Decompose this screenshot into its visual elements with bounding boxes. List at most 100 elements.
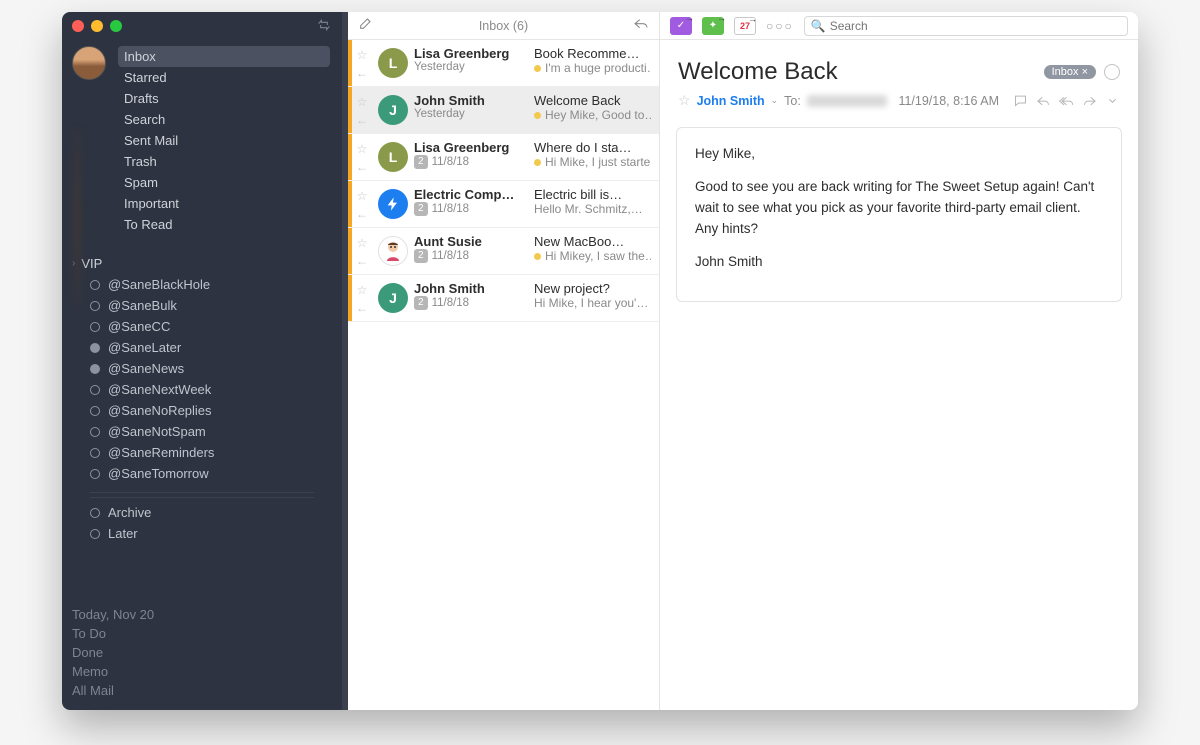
pin-dot-icon — [534, 159, 541, 166]
chevron-down-icon[interactable]: ⌄ — [771, 95, 779, 106]
search-input[interactable] — [830, 19, 1121, 33]
message-date: Yesterday — [414, 61, 526, 73]
chat-icon[interactable] — [1013, 93, 1028, 108]
tag-label: @SaneBlackHole — [108, 277, 210, 292]
sender-link[interactable]: John Smith — [697, 94, 765, 108]
messages-container: ☆←LLisa GreenbergYesterdayBook Recomme…I… — [348, 40, 659, 322]
star-icon[interactable]: ☆ — [678, 92, 691, 109]
tag-label: @SaneReminders — [108, 445, 214, 460]
reply-arrow-icon: ← — [356, 254, 368, 268]
more-action-icon[interactable] — [1105, 93, 1120, 108]
row-gutter: ☆← — [352, 234, 372, 268]
tag-dot-icon — [90, 385, 100, 395]
search-field[interactable]: 🔍 — [804, 16, 1128, 36]
message-row[interactable]: ☆←LLisa Greenberg211/8/18Where do I sta…… — [348, 134, 659, 181]
star-icon[interactable]: ☆ — [357, 142, 368, 156]
folder-to-read[interactable]: To Read — [114, 214, 334, 235]
reply-arrow-icon: ← — [356, 66, 368, 80]
message-row[interactable]: ☆←Aunt Susie211/8/18New MacBoo…Hi Mikey,… — [348, 228, 659, 275]
smart-item[interactable]: All Mail — [72, 681, 332, 700]
account-avatar[interactable] — [72, 46, 106, 80]
message-row[interactable]: ☆←JJohn Smith211/8/18New project?Hi Mike… — [348, 275, 659, 322]
folder-search[interactable]: Search — [114, 109, 334, 130]
body-paragraph: Good to see you are back writing for The… — [695, 177, 1103, 240]
tag-later[interactable]: Later — [62, 523, 342, 544]
star-icon[interactable]: ☆ — [357, 189, 368, 203]
message-preview: Hello Mr. Schmitz,… — [534, 202, 651, 216]
zoom-window-button[interactable] — [110, 20, 122, 32]
tag-sanebulk[interactable]: @SaneBulk — [62, 295, 342, 316]
tag-label: @SaneNews — [108, 361, 184, 376]
account-row: InboxStarredDraftsSearchSent MailTrashSp… — [62, 40, 342, 235]
tag-dot-icon — [90, 508, 100, 518]
folder-spam[interactable]: Spam — [114, 172, 334, 193]
smart-item[interactable]: Memo — [72, 662, 332, 681]
sync-icon[interactable] — [316, 17, 332, 36]
message-datetime: 11/19/18, 8:16 AM — [898, 94, 999, 108]
to-label: To: — [784, 94, 801, 108]
thread-count-badge: 2 — [414, 202, 428, 216]
folder-starred[interactable]: Starred — [114, 67, 334, 88]
tag-label: @SaneTomorrow — [108, 466, 209, 481]
tag-sanetomorrow[interactable]: @SaneTomorrow — [62, 463, 342, 484]
tag-sanenextweek[interactable]: @SaneNextWeek — [62, 379, 342, 400]
row-gutter: ☆← — [352, 187, 372, 221]
tag-sanenoreplies[interactable]: @SaneNoReplies — [62, 400, 342, 421]
row-gutter: ☆← — [352, 281, 372, 315]
thread-count-badge: 2 — [414, 155, 428, 169]
folder-drafts[interactable]: Drafts — [114, 88, 334, 109]
message-row[interactable]: ☆←JJohn SmithYesterdayWelcome BackHey Mi… — [348, 87, 659, 134]
plugin-calendar-icon[interactable]: →27 — [734, 17, 756, 35]
plugin-evernote-icon[interactable]: →✦ — [702, 17, 724, 35]
pin-dot-icon — [534, 65, 541, 72]
tag-sanelater[interactable]: @SaneLater — [62, 337, 342, 358]
search-icon: 🔍 — [811, 19, 826, 33]
plugin-purple-icon[interactable]: →✓ — [670, 17, 692, 35]
tag-saneblackhole[interactable]: @SaneBlackHole — [62, 274, 342, 295]
row-meta: John SmithYesterdayWelcome BackHey Mike,… — [414, 93, 651, 127]
folder-important[interactable]: Important — [114, 193, 334, 214]
folder-trash[interactable]: Trash — [114, 151, 334, 172]
message-row[interactable]: ☆←LLisa GreenbergYesterdayBook Recomme…I… — [348, 40, 659, 87]
tag-archive[interactable]: Archive — [62, 502, 342, 523]
smart-item[interactable]: Done — [72, 643, 332, 662]
reply-icon[interactable] — [633, 15, 649, 36]
message-list-pane: Inbox (6) ☆←LLisa GreenbergYesterdayBook… — [348, 12, 660, 710]
star-icon[interactable]: ☆ — [357, 48, 368, 62]
tag-sanereminders[interactable]: @SaneReminders — [62, 442, 342, 463]
tag-label: @SaneNoReplies — [108, 403, 212, 418]
separator — [90, 492, 314, 498]
more-plugins-button[interactable]: ○○○ — [766, 19, 794, 33]
close-window-button[interactable] — [72, 20, 84, 32]
message-date: 211/8/18 — [414, 296, 526, 310]
reply-all-action-icon[interactable] — [1059, 93, 1074, 108]
message-subject: New project? — [534, 281, 651, 296]
reader-subject: Welcome Back — [678, 58, 1036, 86]
tag-sanecc[interactable]: @SaneCC — [62, 316, 342, 337]
smart-item[interactable]: To Do — [72, 624, 332, 643]
tag-dot-icon — [90, 343, 100, 353]
smart-item[interactable]: Today, Nov 20 — [72, 605, 332, 624]
star-icon[interactable]: ☆ — [357, 95, 368, 109]
vip-folder[interactable]: › VIP — [62, 253, 342, 274]
message-row[interactable]: ☆←Electric Comp…211/8/18Electric bill is… — [348, 181, 659, 228]
minimize-window-button[interactable] — [91, 20, 103, 32]
unread-indicator — [348, 275, 352, 321]
folder-sent-mail[interactable]: Sent Mail — [114, 130, 334, 151]
folder-inbox[interactable]: Inbox — [118, 46, 330, 67]
body-signature: John Smith — [695, 252, 1103, 273]
pin-dot-icon — [534, 253, 541, 260]
flag-toggle[interactable] — [1104, 64, 1120, 80]
message-date: 211/8/18 — [414, 249, 526, 263]
star-icon[interactable]: ☆ — [357, 283, 368, 297]
compose-icon[interactable] — [358, 15, 374, 36]
tag-sanenews[interactable]: @SaneNews — [62, 358, 342, 379]
forward-action-icon[interactable] — [1082, 93, 1097, 108]
star-icon[interactable]: ☆ — [357, 236, 368, 250]
tag-sanenotspam[interactable]: @SaneNotSpam — [62, 421, 342, 442]
decorative-blur — [72, 128, 82, 308]
tag-dot-icon — [90, 469, 100, 479]
reply-action-icon[interactable] — [1036, 93, 1051, 108]
tag-dot-icon — [90, 280, 100, 290]
folder-pill[interactable]: Inbox × — [1044, 65, 1096, 79]
